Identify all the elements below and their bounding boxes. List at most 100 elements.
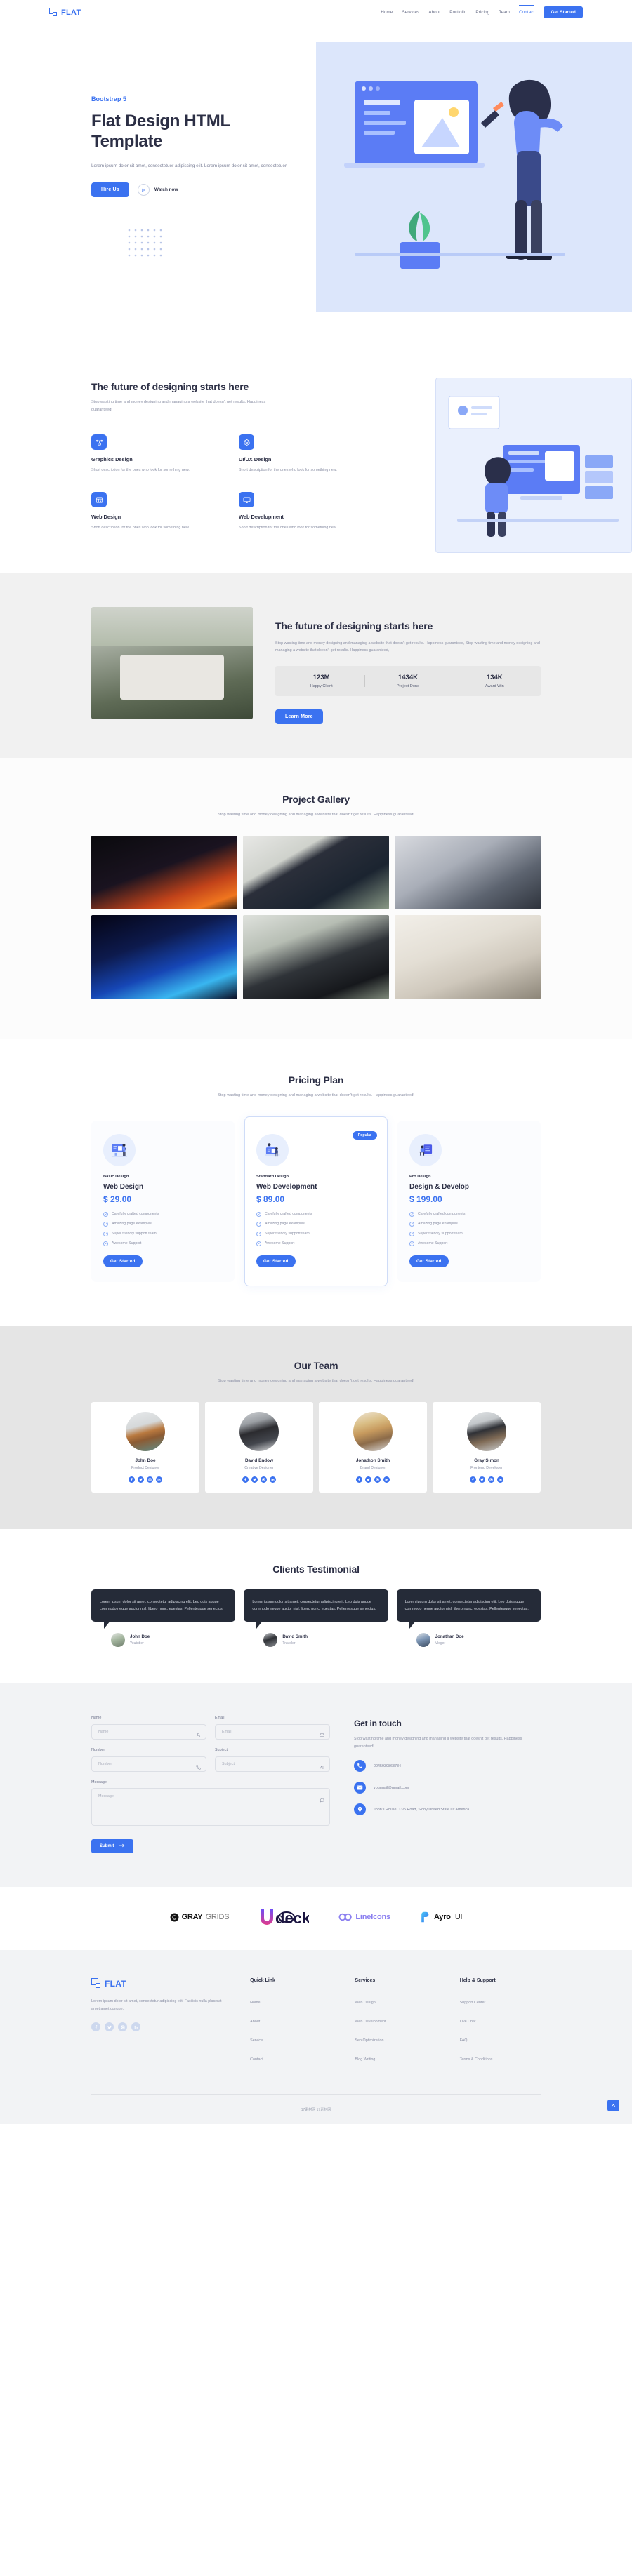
client-logo-graygrids[interactable]: GRAY GRIDS bbox=[170, 1913, 230, 1922]
nav-item-portfolio[interactable]: Portfolio bbox=[449, 10, 466, 15]
avatar bbox=[263, 1633, 278, 1648]
footer-link-terms[interactable]: Terms & Conditions bbox=[460, 2057, 493, 2062]
learn-more-button[interactable]: Learn More bbox=[275, 709, 323, 725]
main-nav: Home Services About Portfolio Pricing Te… bbox=[381, 5, 583, 18]
plan-cta-button[interactable]: Get Started bbox=[103, 1255, 143, 1267]
back-to-top-button[interactable] bbox=[607, 2100, 619, 2112]
facebook-icon[interactable] bbox=[356, 1476, 362, 1483]
logo[interactable]: FLAT bbox=[49, 7, 81, 18]
footer-link-blog-writing[interactable]: Blog Writing bbox=[355, 2057, 375, 2062]
linkedin-icon[interactable] bbox=[270, 1476, 276, 1483]
gallery-item[interactable] bbox=[243, 915, 389, 1000]
copyright-text: 17素材网 17素材网 bbox=[301, 2108, 331, 2113]
twitter-icon[interactable] bbox=[138, 1476, 144, 1483]
linkedin-icon[interactable] bbox=[131, 2022, 140, 2032]
gallery-item[interactable] bbox=[395, 836, 541, 910]
client-logo-lineicons[interactable]: LineIcons bbox=[338, 1912, 390, 1922]
footer-link-seo-optimization[interactable]: Seo Optimization bbox=[355, 2038, 383, 2043]
instagram-icon[interactable] bbox=[147, 1476, 153, 1483]
footer-link-web-development[interactable]: Web Development bbox=[355, 2020, 386, 2024]
twitter-icon[interactable] bbox=[365, 1476, 371, 1483]
feature-card-graphics-design[interactable]: Graphics Design Short description for th… bbox=[91, 434, 211, 474]
email-input[interactable] bbox=[215, 1724, 330, 1740]
member-name: Jonathon Smith bbox=[355, 1457, 390, 1463]
gallery-item[interactable] bbox=[395, 915, 541, 1000]
footer-brand-name: FLAT bbox=[105, 1979, 126, 1989]
hire-us-button[interactable]: Hire Us bbox=[91, 182, 129, 198]
subject-input[interactable] bbox=[215, 1756, 330, 1773]
feature-card-web-design[interactable]: Web Design Short description for the one… bbox=[91, 492, 211, 531]
nav-item-about[interactable]: About bbox=[428, 10, 440, 15]
name-field-group: Name bbox=[91, 1716, 206, 1740]
feature-card-web-development[interactable]: Web Development Short description for th… bbox=[239, 492, 358, 531]
contact-info: Get in touch Stop wasting time and money… bbox=[354, 1716, 541, 1853]
plan-cta-button[interactable]: Get Started bbox=[256, 1255, 296, 1267]
linkedin-icon[interactable] bbox=[497, 1476, 503, 1483]
pricing-subtitle: Stop wasting time and money designing an… bbox=[218, 1093, 414, 1098]
footer-link-web-design[interactable]: Web Design bbox=[355, 2001, 375, 2005]
submit-button[interactable]: Submit bbox=[91, 1839, 134, 1854]
instagram-icon[interactable] bbox=[488, 1476, 494, 1483]
facebook-icon[interactable] bbox=[242, 1476, 249, 1483]
footer-link-home[interactable]: Home bbox=[250, 2001, 260, 2005]
contact-email-row: yourmail@gmail.com bbox=[354, 1782, 541, 1794]
lineicons-mark-icon bbox=[338, 1914, 353, 1921]
check-icon bbox=[103, 1211, 108, 1217]
member-role: Frontend Developer bbox=[470, 1465, 503, 1470]
footer-link-contact[interactable]: Contact bbox=[250, 2057, 263, 2062]
ayroui-mark-icon bbox=[421, 1912, 429, 1923]
testimonial-quote: Lorem ipsum dolor sit amet, consectetur … bbox=[396, 1589, 541, 1629]
team-subtitle: Stop wasting time and money designing an… bbox=[218, 1379, 414, 1384]
footer-link-support-center[interactable]: Support Center bbox=[460, 2001, 486, 2005]
arrow-right-icon bbox=[119, 1843, 125, 1849]
nav-item-team[interactable]: Team bbox=[499, 10, 510, 15]
name-input[interactable] bbox=[91, 1724, 206, 1740]
linkedin-icon[interactable] bbox=[156, 1476, 162, 1483]
twitter-icon[interactable] bbox=[105, 2022, 114, 2032]
footer-link-about[interactable]: About bbox=[250, 2020, 260, 2024]
pricing-section: Pricing Plan Stop wasting time and money… bbox=[0, 1039, 632, 1326]
twitter-icon[interactable] bbox=[479, 1476, 485, 1483]
instagram-icon[interactable] bbox=[261, 1476, 267, 1483]
get-started-button[interactable]: Get Started bbox=[544, 6, 583, 18]
facebook-icon[interactable] bbox=[470, 1476, 476, 1483]
member-socials bbox=[211, 1476, 308, 1483]
gallery-item[interactable] bbox=[91, 915, 237, 1000]
footer-link-live-chat[interactable]: Live Chat bbox=[460, 2020, 476, 2024]
hero-eyebrow: Bootstrap 5 bbox=[91, 95, 127, 102]
facebook-icon[interactable] bbox=[91, 2022, 100, 2032]
twitter-icon[interactable] bbox=[251, 1476, 258, 1483]
client-logo-ayroui[interactable]: Ayro UI bbox=[420, 1911, 463, 1923]
linkedin-icon[interactable] bbox=[383, 1476, 390, 1483]
plan-category: Pro Design bbox=[409, 1174, 431, 1179]
nav-item-services[interactable]: Services bbox=[402, 10, 419, 15]
number-input[interactable] bbox=[91, 1756, 206, 1773]
client-logo-uideck[interactable]: deck bbox=[258, 1908, 309, 1926]
instagram-icon[interactable] bbox=[374, 1476, 381, 1483]
plan-cta-button[interactable]: Get Started bbox=[409, 1255, 449, 1267]
plan-feature-label: Super friendly support team bbox=[418, 1232, 463, 1236]
hero-illustration-svg bbox=[344, 79, 565, 269]
standard-plan-illustration-icon bbox=[256, 1133, 289, 1166]
feature-card-ui-ux-design[interactable]: UI/UX Design Short description for the o… bbox=[239, 434, 358, 474]
nav-item-home[interactable]: Home bbox=[381, 10, 393, 15]
gallery-item[interactable] bbox=[243, 836, 389, 910]
footer-link-faq[interactable]: FAQ bbox=[460, 2038, 468, 2043]
chat-icon bbox=[320, 1794, 324, 1803]
footer-logo[interactable]: FLAT bbox=[91, 1978, 226, 1989]
nav-item-contact[interactable]: Contact bbox=[519, 5, 535, 15]
contact-form: Name Email Number bbox=[91, 1716, 330, 1854]
instagram-icon[interactable] bbox=[118, 2022, 127, 2032]
watch-now-button[interactable]: Watch now bbox=[137, 184, 178, 196]
member-socials bbox=[324, 1476, 421, 1483]
about-section: The future of designing starts here Stop… bbox=[0, 573, 632, 759]
team-card: John Doe Product Designer bbox=[91, 1401, 199, 1493]
footer-link-service[interactable]: Service bbox=[250, 2038, 263, 2043]
nav-item-pricing[interactable]: Pricing bbox=[475, 10, 489, 15]
message-textarea[interactable] bbox=[91, 1788, 330, 1827]
plan-features: Carefully crafted components Amazing pag… bbox=[103, 1211, 223, 1246]
testimonial-name: David Smith bbox=[282, 1634, 308, 1640]
facebook-icon[interactable] bbox=[129, 1476, 135, 1483]
gallery-item[interactable] bbox=[91, 836, 237, 910]
testimonial-quote: Lorem ipsum dolor sit amet, consectetur … bbox=[244, 1589, 388, 1629]
